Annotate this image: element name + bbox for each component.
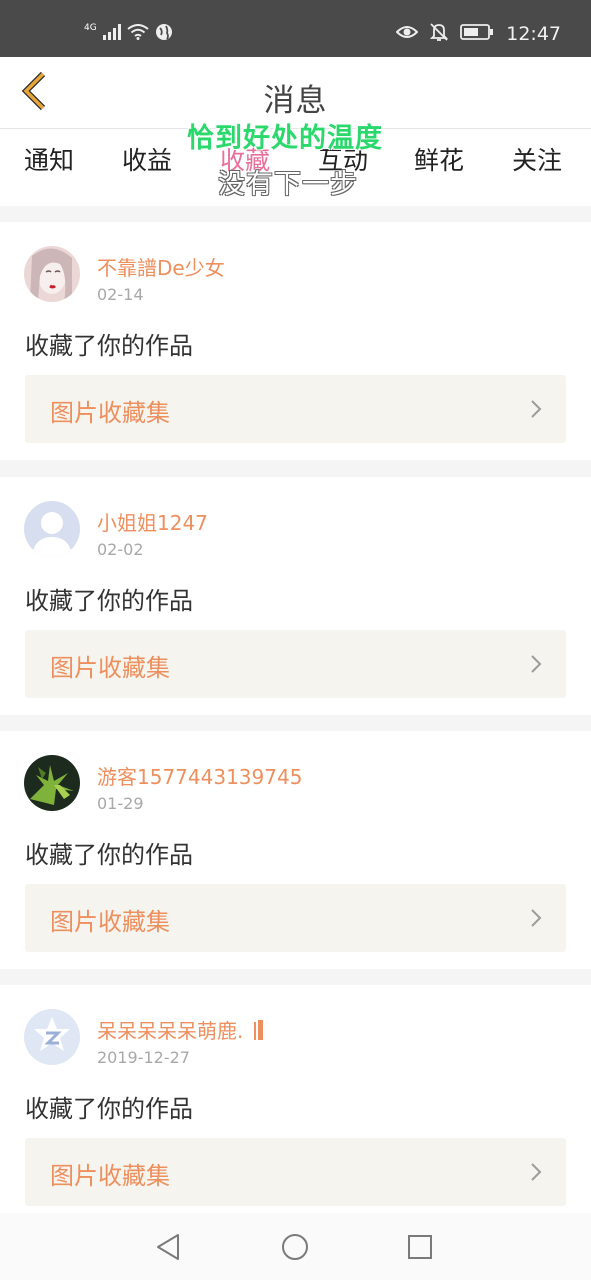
collection-label: 图片收藏集 <box>50 1162 170 1190</box>
status-left: 4G <box>84 20 173 48</box>
recents-square-icon[interactable] <box>404 1231 436 1263</box>
eye-icon <box>395 24 419 44</box>
notification-card: 不靠譜De少女 02-14 收藏了你的作品 图片收藏集 <box>0 222 591 460</box>
avatar[interactable] <box>24 246 80 302</box>
chevron-right-icon <box>530 1162 542 1186</box>
collection-label: 图片收藏集 <box>50 908 170 936</box>
avatar[interactable] <box>24 501 80 557</box>
status-time: 12:47 <box>506 23 561 45</box>
back-triangle-icon[interactable] <box>152 1231 184 1263</box>
home-circle-icon[interactable] <box>279 1231 311 1263</box>
action-text: 收藏了你的作品 <box>25 587 193 615</box>
signal-icon <box>102 24 121 44</box>
collection-label: 图片收藏集 <box>50 399 170 427</box>
username[interactable]: 小姐姐1247 <box>97 507 208 536</box>
battery-icon <box>460 24 494 44</box>
chevron-right-icon <box>530 908 542 932</box>
username[interactable]: 呆呆呆呆呆萌鹿. <box>97 1015 264 1046</box>
page-title: 消息 <box>263 83 328 119</box>
status-bar: 4G 12:47 <box>0 0 591 57</box>
tab-earnings[interactable]: 收益 <box>122 141 172 177</box>
username[interactable]: 游客1577443139745 <box>97 761 302 790</box>
username[interactable]: 不靠譜De少女 <box>97 252 225 281</box>
lyric-overlay-line1: 恰到好处的温度 <box>187 123 383 154</box>
avatar[interactable] <box>24 1009 80 1065</box>
bars-icon <box>253 1019 264 1046</box>
action-text: 收藏了你的作品 <box>25 332 193 360</box>
lyric-overlay-line2: 没有下一步 <box>218 169 358 200</box>
notification-date: 01-29 <box>97 794 144 813</box>
notification-card: 小姐姐1247 02-02 收藏了你的作品 图片收藏集 <box>0 477 591 715</box>
collection-label: 图片收藏集 <box>50 654 170 682</box>
wifi-icon <box>127 24 149 44</box>
notification-date: 02-02 <box>97 540 144 559</box>
action-text: 收藏了你的作品 <box>25 841 193 869</box>
action-text: 收藏了你的作品 <box>25 1095 193 1123</box>
collection-link[interactable]: 图片收藏集 <box>25 375 566 443</box>
tab-flowers[interactable]: 鲜花 <box>414 141 464 177</box>
username-text: 呆呆呆呆呆萌鹿. <box>97 1019 244 1043</box>
tab-notifications[interactable]: 通知 <box>24 141 74 177</box>
tab-following[interactable]: 关注 <box>512 141 562 177</box>
notification-date: 2019-12-27 <box>97 1048 190 1067</box>
avatar[interactable] <box>24 755 80 811</box>
chevron-right-icon <box>530 654 542 678</box>
system-nav-bar <box>0 1213 591 1280</box>
globe-icon <box>155 23 173 45</box>
notification-date: 02-14 <box>97 285 144 304</box>
collection-link[interactable]: 图片收藏集 <box>25 884 566 952</box>
chevron-right-icon <box>530 399 542 423</box>
collection-link[interactable]: 图片收藏集 <box>25 630 566 698</box>
status-right: 12:47 <box>395 20 561 48</box>
notification-card: 呆呆呆呆呆萌鹿. 2019-12-27 收藏了你的作品 图片收藏集 <box>0 985 591 1223</box>
notification-card: 游客1577443139745 01-29 收藏了你的作品 图片收藏集 <box>0 731 591 969</box>
collection-link[interactable]: 图片收藏集 <box>25 1138 566 1206</box>
bell-off-icon <box>430 22 449 46</box>
network-type: 4G <box>84 22 97 33</box>
